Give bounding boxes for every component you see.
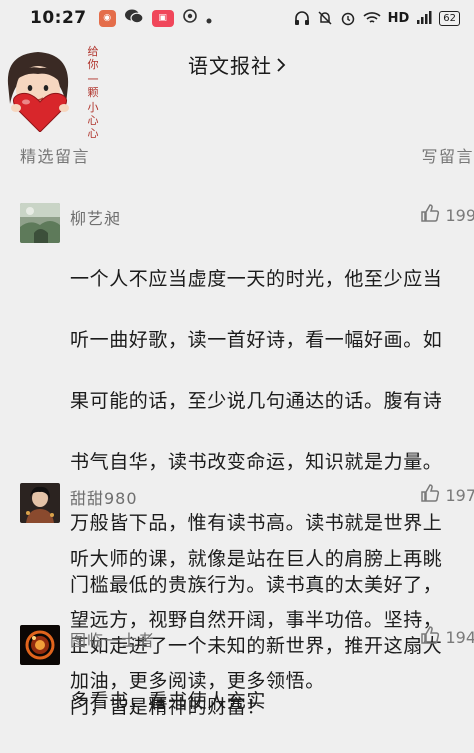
location-icon bbox=[182, 8, 198, 28]
like-button[interactable]: 194 bbox=[420, 625, 474, 649]
mute-bell-icon bbox=[317, 10, 333, 26]
comment-author[interactable]: 图临一士者 bbox=[70, 627, 155, 651]
slogan-char: 心 bbox=[87, 114, 99, 127]
comment-line: 听大师的课，就像是站在巨人的肩膀上再眺 bbox=[70, 547, 443, 570]
status-bar: 10:27 ◉ ▣ HD 62 bbox=[0, 0, 474, 36]
shopping-app-icon: ▣ bbox=[151, 9, 174, 27]
status-bar-right: HD 62 bbox=[294, 10, 460, 26]
account-name: 语文报社 bbox=[188, 54, 272, 78]
comment-line: 多看书，看书使人充实 bbox=[70, 689, 267, 712]
comment-author[interactable]: 柳艺昶 bbox=[70, 205, 121, 229]
status-time: 10:27 bbox=[30, 8, 87, 28]
slogan-char: 小 bbox=[87, 101, 99, 114]
avatar[interactable] bbox=[20, 203, 60, 243]
like-button[interactable]: 199 bbox=[420, 203, 474, 227]
thumbs-up-icon bbox=[420, 203, 440, 227]
comment-author[interactable]: 甜甜980 bbox=[70, 485, 138, 509]
dot-icon bbox=[206, 9, 212, 28]
battery-indicator: 62 bbox=[439, 10, 460, 26]
comment-text: 多看书，看书使人充实 bbox=[70, 655, 474, 747]
account-name-link[interactable]: 语文报社 bbox=[0, 50, 474, 79]
like-count: 199 bbox=[445, 205, 474, 225]
comment-line: 果可能的话，至少说几句通达的话。腹有诗 bbox=[70, 389, 443, 412]
wechat-icon bbox=[124, 8, 144, 29]
like-count: 194 bbox=[445, 627, 474, 647]
thumbs-up-icon bbox=[420, 625, 440, 649]
write-comment-button[interactable]: 写留言 bbox=[421, 143, 474, 167]
chevron-right-icon bbox=[276, 57, 286, 78]
comment-line: 一个人不应当虚度一天的时光，他至少应当 bbox=[70, 267, 443, 290]
comment-item: 甜甜980 197 听大师的课，就像是站在巨人的肩膀上再眺 望远方，视野自然开阔… bbox=[0, 483, 474, 692]
signal-icon bbox=[416, 11, 432, 25]
like-count: 197 bbox=[445, 485, 474, 505]
network-type: HD bbox=[387, 10, 410, 26]
wifi-icon bbox=[363, 11, 381, 25]
avatar[interactable] bbox=[20, 483, 60, 523]
comment-line: 听一曲好歌，读一首好诗，看一幅好画。如 bbox=[70, 328, 443, 351]
headphones-icon bbox=[294, 10, 310, 26]
comment-line: 书气自华，读书改变命运，知识就是力量。 bbox=[70, 451, 443, 474]
slogan-char: 颗 bbox=[87, 86, 99, 99]
slogan-char: 心 bbox=[87, 127, 99, 140]
status-bar-left: 10:27 ◉ ▣ bbox=[30, 8, 212, 29]
avatar[interactable] bbox=[20, 625, 60, 665]
comment-item: 图临一士者 194 多看书，看书使人充实 bbox=[0, 625, 474, 712]
featured-comments-label: 精选留言 bbox=[20, 147, 91, 166]
article-header: 给 你 一 颗 小 心 心 语文报社 bbox=[0, 36, 474, 139]
comment-item: 柳艺昶 199 一个人不应当虚度一天的时光，他至少应当 听一曲好歌，读一首好诗，… bbox=[0, 203, 474, 718]
like-button[interactable]: 197 bbox=[420, 483, 474, 507]
app-notification-icon: ◉ bbox=[98, 9, 116, 27]
alarm-icon bbox=[340, 10, 356, 26]
comments-section-bar: 精选留言 写留言 bbox=[0, 140, 474, 170]
thumbs-up-icon bbox=[420, 483, 440, 507]
